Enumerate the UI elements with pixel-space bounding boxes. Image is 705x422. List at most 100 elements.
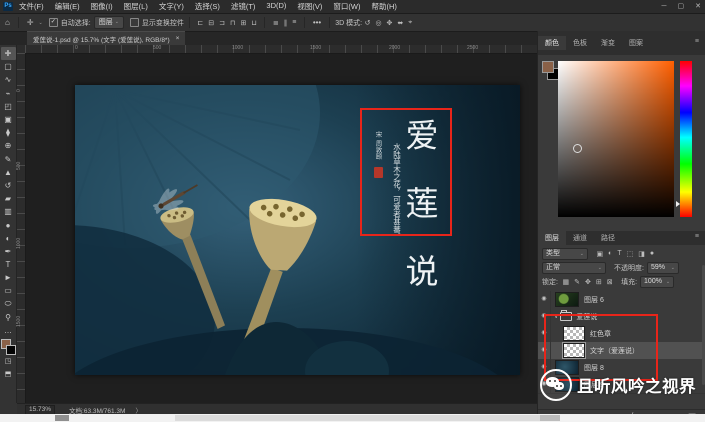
filter-shape-icon[interactable]: ⬚ bbox=[627, 250, 634, 258]
blur-tool[interactable]: ● bbox=[1, 218, 16, 231]
quick-mask-icon[interactable]: ◳ bbox=[1, 354, 16, 367]
screen-mode-icon[interactable]: ⬒ bbox=[1, 367, 16, 380]
document-tab[interactable]: 爱莲说-1.psd @ 15.7% (文字 (爱莲说), RGB/8*) × bbox=[27, 31, 185, 45]
tab-layers-2[interactable]: 路径 bbox=[594, 231, 622, 245]
menu-item-0[interactable]: 文件(F) bbox=[19, 1, 44, 12]
close-button[interactable]: ✕ bbox=[695, 0, 701, 13]
distribute-horizontal-icon[interactable]: ∥ bbox=[284, 19, 288, 27]
auto-select-dropdown[interactable]: 图层 ⌄ bbox=[94, 16, 124, 29]
color-cursor[interactable] bbox=[573, 144, 582, 153]
marquee-tool[interactable]: ▢ bbox=[1, 60, 16, 73]
align-bottom-icon[interactable]: ⊔ bbox=[251, 19, 256, 27]
filter-adjustment-icon[interactable]: ◐ bbox=[608, 250, 612, 258]
hue-slider-marker[interactable] bbox=[676, 201, 680, 207]
menu-item-6[interactable]: 滤镜(T) bbox=[231, 1, 256, 12]
roll-3d-icon[interactable]: ◎ bbox=[375, 19, 381, 27]
distribute-vertical-icon[interactable]: ≣ bbox=[273, 19, 279, 27]
menu-item-8[interactable]: 视图(V) bbox=[297, 1, 322, 12]
blend-mode-dropdown[interactable]: 正常 ⌄ bbox=[542, 262, 606, 274]
layer-thumbnail[interactable] bbox=[555, 292, 579, 307]
pen-tool[interactable]: ✒ bbox=[1, 245, 16, 258]
layer-row-6[interactable]: ◉ 图层 6 bbox=[538, 291, 705, 309]
lock-position-icon[interactable]: ✥ bbox=[585, 278, 591, 286]
lock-row: 锁定: ▦✎✥⊞⊠ 填充: 100% ⌄ bbox=[538, 275, 705, 288]
opacity-field[interactable]: 59% ⌄ bbox=[647, 262, 679, 274]
lock-pixels-icon[interactable]: ✎ bbox=[574, 278, 580, 286]
orbit-3d-icon[interactable]: ↺ bbox=[365, 19, 371, 27]
lock-artboard-icon[interactable]: ⊞ bbox=[596, 278, 602, 286]
filter-type-dropdown[interactable]: 类型 ⌄ bbox=[542, 248, 588, 260]
maximize-button[interactable]: ▢ bbox=[678, 0, 685, 13]
panel-menu-icon[interactable]: ≡ bbox=[695, 233, 699, 240]
visibility-eye-icon[interactable]: ◉ bbox=[538, 291, 551, 308]
quick-select-tool[interactable]: ⌁ bbox=[1, 87, 16, 100]
minimize-button[interactable]: ─ bbox=[662, 0, 667, 13]
panel-menu-icon[interactable]: ≡ bbox=[695, 38, 699, 45]
menu-item-10[interactable]: 帮助(H) bbox=[372, 1, 397, 12]
dodge-tool[interactable]: ◐ bbox=[1, 232, 16, 245]
crop-tool[interactable]: ◰ bbox=[1, 100, 16, 113]
eyedropper-tool[interactable]: ⧫ bbox=[1, 126, 16, 139]
hue-slider[interactable] bbox=[680, 61, 692, 217]
filter-pixel-icon[interactable]: ▣ bbox=[597, 250, 604, 258]
tab-color-0[interactable]: 颜色 bbox=[538, 36, 566, 50]
more-options-icon[interactable]: ••• bbox=[313, 18, 321, 27]
move-tool[interactable]: ✛ bbox=[1, 47, 16, 60]
clone-stamp-tool[interactable]: ▲ bbox=[1, 166, 16, 179]
type-tool[interactable]: T bbox=[1, 258, 16, 271]
align-left-icon[interactable]: ⊏ bbox=[197, 19, 203, 27]
menu-item-2[interactable]: 图像(I) bbox=[91, 1, 113, 12]
frame-tool[interactable]: ▣ bbox=[1, 113, 16, 126]
tab-color-1[interactable]: 色板 bbox=[566, 36, 594, 50]
healing-tool[interactable]: ⊕ bbox=[1, 139, 16, 152]
zoom-level-field[interactable]: 15.73% bbox=[25, 405, 55, 415]
background-swatch[interactable] bbox=[6, 345, 16, 355]
slide-3d-icon[interactable]: ⬌ bbox=[397, 19, 403, 27]
menu-item-3[interactable]: 图层(L) bbox=[124, 1, 148, 12]
eraser-tool[interactable]: ▰ bbox=[1, 192, 16, 205]
foreground-color-swatch[interactable] bbox=[542, 61, 554, 73]
align-right-icon[interactable]: ⊐ bbox=[219, 19, 225, 27]
tab-color-2[interactable]: 渐变 bbox=[594, 36, 622, 50]
chevron-down-icon[interactable]: ⌄ bbox=[39, 20, 43, 26]
hand-tool[interactable]: ⬭ bbox=[1, 298, 16, 311]
lock-transparent-icon[interactable]: ▦ bbox=[562, 278, 569, 286]
menu-item-4[interactable]: 文字(Y) bbox=[159, 1, 184, 12]
menu-item-7[interactable]: 3D(D) bbox=[266, 1, 286, 12]
filter-pin-icon[interactable]: ● bbox=[650, 250, 654, 258]
fill-field[interactable]: 100% ⌄ bbox=[640, 276, 674, 288]
canvas-image[interactable]: 爱 莲 说 水陆草木之花，可爱者甚蕃。 宋 周敦颐 bbox=[75, 85, 520, 375]
zoom-3d-icon[interactable]: ⌖ bbox=[408, 19, 412, 27]
path-select-tool[interactable]: ► bbox=[1, 271, 16, 284]
tool-color-swatches[interactable] bbox=[1, 339, 15, 354]
close-tab-icon[interactable]: × bbox=[176, 35, 180, 42]
lock-all-icon[interactable]: ⊠ bbox=[607, 278, 613, 286]
saturation-square[interactable] bbox=[558, 61, 674, 217]
align-middle-icon[interactable]: ⊞ bbox=[241, 19, 247, 27]
tab-layers-0[interactable]: 图层 bbox=[538, 231, 566, 245]
drag-3d-icon[interactable]: ✥ bbox=[387, 19, 393, 27]
gradient-tool[interactable]: ▥ bbox=[1, 205, 16, 218]
menu-item-5[interactable]: 选择(S) bbox=[195, 1, 220, 12]
brush-tool[interactable]: ✎ bbox=[1, 153, 16, 166]
zoom-tool[interactable]: ⚲ bbox=[1, 311, 16, 324]
shape-tool[interactable]: ▭ bbox=[1, 284, 16, 297]
filter-type-icon[interactable]: T bbox=[617, 250, 621, 258]
tab-color-3[interactable]: 图案 bbox=[622, 36, 650, 50]
filter-smart-icon[interactable]: ◨ bbox=[638, 250, 645, 258]
move-tool-icon[interactable]: ✛ bbox=[27, 18, 34, 27]
align-top-icon[interactable]: ⊓ bbox=[230, 19, 235, 27]
tab-layers-1[interactable]: 通道 bbox=[566, 231, 594, 245]
status-chevron-icon[interactable]: 〉 bbox=[135, 405, 142, 415]
mode-3d-label: 3D 模式: bbox=[335, 18, 362, 28]
menu-item-9[interactable]: 窗口(W) bbox=[333, 1, 360, 12]
home-icon[interactable]: ⌂ bbox=[5, 18, 10, 27]
history-brush-tool[interactable]: ↺ bbox=[1, 179, 16, 192]
more-tools[interactable]: … bbox=[1, 324, 16, 337]
show-transform-checkbox[interactable] bbox=[130, 18, 139, 27]
auto-select-checkbox[interactable]: ✓ bbox=[49, 18, 58, 27]
align-center-h-icon[interactable]: ⊟ bbox=[208, 19, 214, 27]
lasso-tool[interactable]: ∿ bbox=[1, 73, 16, 86]
menu-item-1[interactable]: 编辑(E) bbox=[55, 1, 80, 12]
distribute-gap-icon[interactable]: ≡ bbox=[292, 19, 296, 27]
